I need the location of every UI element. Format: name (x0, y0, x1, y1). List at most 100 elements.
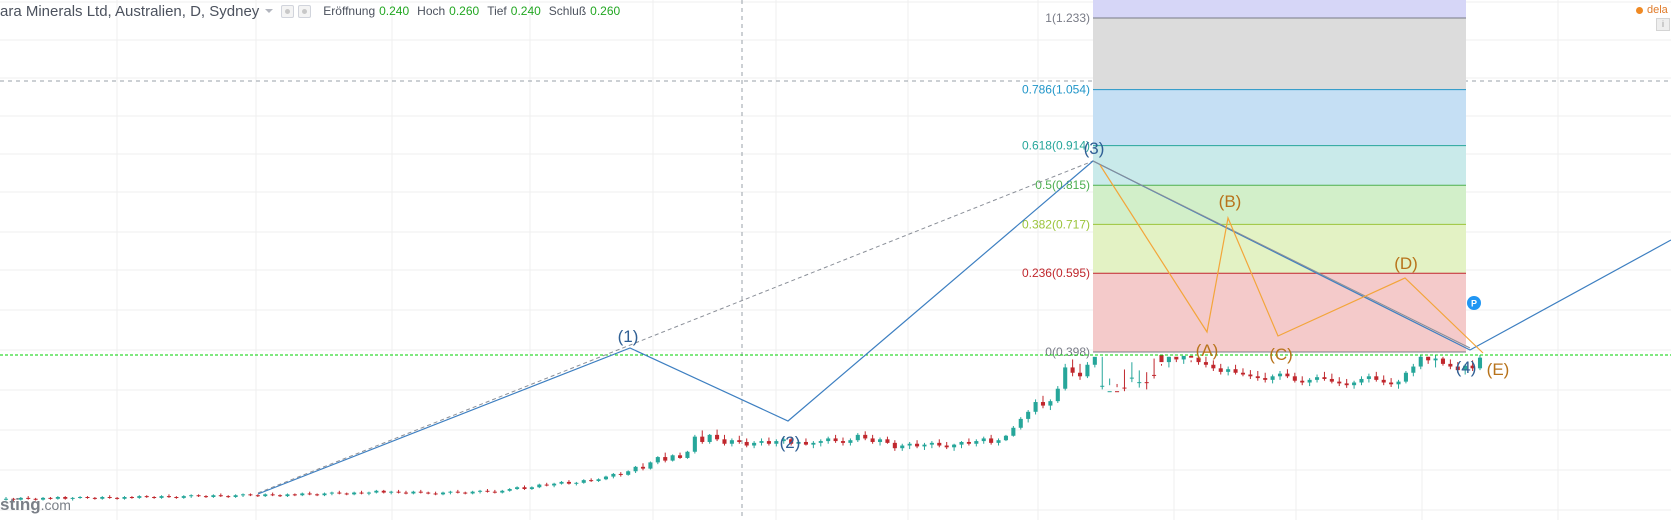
candle-body (1255, 376, 1260, 379)
candle-body (463, 492, 468, 494)
candle-body (1122, 387, 1127, 389)
candle-body (1100, 385, 1105, 387)
candle-body (1374, 376, 1379, 380)
elliott-label: (4) (1456, 358, 1477, 377)
candle-body (440, 492, 446, 495)
candle-body (1092, 356, 1097, 365)
candle-body (603, 476, 609, 480)
candle-body (1181, 355, 1186, 360)
candle-body (826, 438, 831, 442)
chevron-down-icon[interactable] (265, 9, 274, 13)
candle-body (1218, 368, 1223, 372)
candle-body (522, 487, 527, 490)
high-label: Hoch (417, 4, 446, 18)
candle-body (559, 481, 564, 484)
candle-body (1433, 358, 1438, 361)
eye-icon[interactable] (281, 4, 295, 18)
candle-body (1115, 391, 1120, 393)
settings-icon[interactable] (298, 4, 312, 18)
chart-area[interactable]: 1(1.233) 0.786(1.054) 0.618(0.914) 0.5(0.81… (0, 0, 1671, 520)
candle-body (618, 473, 623, 475)
candle-body (1018, 418, 1023, 428)
watermark-domain: .com (40, 497, 71, 513)
candle-body (596, 479, 601, 482)
candle-body (1396, 381, 1401, 385)
candle-body (1077, 372, 1083, 377)
price-chart[interactable]: 1(1.233)0.786(1.054)0.618(0.914)0.5(0.81… (0, 0, 1671, 520)
candle-body (189, 495, 194, 497)
symbol-title[interactable]: ara Minerals Ltd, Australien, D, Sydney (0, 3, 259, 20)
fib-level-label: 0(0.398) (1045, 345, 1090, 359)
candle-body (715, 434, 720, 440)
marker-badge[interactable]: P (1467, 296, 1481, 310)
candle-body (448, 491, 453, 493)
candle-body (855, 434, 860, 441)
candle-body (544, 484, 549, 486)
candle-body (1211, 364, 1216, 369)
candle-body (137, 496, 142, 498)
candle-body (359, 492, 364, 494)
candle-body (270, 494, 275, 496)
candle-body (707, 434, 712, 442)
fib-band (1093, 0, 1466, 18)
candle-body (1307, 379, 1312, 383)
candle-body (1152, 374, 1157, 376)
candle-body (1381, 379, 1386, 383)
elliott-label: (3) (1084, 139, 1105, 158)
elliott-label: (1) (618, 327, 639, 346)
candle-body (1040, 402, 1046, 406)
candle-body (870, 438, 875, 442)
candle-body (381, 490, 386, 493)
candle-body (692, 436, 697, 452)
abcde-label: (E) (1487, 360, 1510, 379)
candle-body (922, 444, 927, 447)
info-icon[interactable]: i (1656, 18, 1670, 31)
candle-body (1329, 378, 1334, 382)
candle-body (263, 494, 268, 497)
candle-body (670, 455, 675, 461)
candle-body (1300, 380, 1305, 383)
candle-body (233, 495, 238, 497)
candle-body (1174, 356, 1179, 360)
candle-body (366, 492, 371, 494)
candle-body (700, 436, 705, 442)
candle-body (92, 497, 97, 499)
candle-body (685, 451, 690, 458)
candle-body (840, 441, 846, 443)
candle-body (1352, 382, 1357, 386)
candle-body (478, 490, 483, 492)
candle-body (877, 439, 883, 442)
candle-body (492, 491, 497, 493)
candle-body (1322, 377, 1327, 379)
candle-body (455, 491, 460, 493)
open-label: Eröffnung (323, 4, 376, 18)
candle-body (152, 497, 157, 498)
candle-body (85, 497, 90, 498)
fib-level-label: 0.618(0.914) (1022, 139, 1090, 153)
candlesticks (3, 355, 1483, 502)
candle-body (803, 441, 808, 445)
candle-body (1411, 366, 1416, 373)
candle-body (278, 495, 283, 497)
elliott-label: (2) (780, 433, 801, 452)
candle-body (1070, 367, 1075, 373)
candle-body (885, 439, 890, 443)
candle-body (426, 492, 431, 494)
delay-indicator[interactable]: dela (1636, 4, 1668, 16)
candle-body (1448, 363, 1453, 367)
candle-body (1426, 356, 1431, 361)
candle-body (433, 493, 438, 495)
candle-body (203, 496, 209, 498)
watermark-logo: sting.com (0, 495, 71, 515)
candle-body (248, 494, 253, 496)
candle-body (129, 497, 134, 498)
candle-body (1203, 362, 1208, 365)
candle-body (470, 491, 475, 494)
candle-body (907, 443, 912, 446)
symbol-header: ara Minerals Ltd, Australien, D, Sydney … (0, 0, 1100, 22)
candle-body (833, 438, 838, 442)
candle-body (352, 492, 357, 495)
candle-body (678, 455, 683, 458)
status-dot-icon (1636, 6, 1643, 14)
candle-body (1240, 372, 1246, 375)
